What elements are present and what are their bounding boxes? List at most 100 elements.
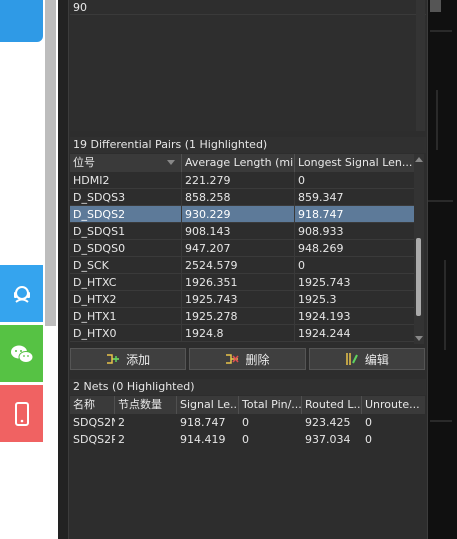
table-cell: 221.279 [182,172,295,188]
wechat-button[interactable] [0,325,43,382]
col-signal-length[interactable]: Signal Le... [177,396,239,414]
table-cell: 0 [365,416,372,429]
left-scrollbar[interactable] [45,0,56,326]
col-node-count[interactable]: 节点数量 [115,396,177,414]
left-sidebar [0,0,58,539]
pairs-button-bar: 添加 删除 编辑 [70,348,425,370]
blue-tab[interactable] [0,0,43,42]
nets-section-title: 2 Nets (0 Highlighted) [70,379,426,395]
table-cell: 908.933 [298,225,344,238]
table-cell: 0 [242,433,249,446]
support-button[interactable] [0,265,43,322]
table-cell: 2 [118,433,125,446]
edit-button[interactable]: 编辑 [308,348,425,370]
table-cell: 937.034 [305,433,351,446]
scroll-up-icon[interactable] [415,157,423,162]
table-cell: D_HTX2 [70,291,182,307]
nets-table-body: SDQS2N 2 918.747 0 923.425 0 SDQS2P 2 914.419 0 93… [70,414,425,448]
edit-pair-icon [346,353,358,365]
table-cell: 914.419 [180,433,226,446]
pcb-background [426,0,457,539]
table-cell: 947.207 [182,240,295,256]
table-row[interactable]: D_SDQS1 908.143 908.933 [70,223,414,240]
table-cell: SDQS2N [73,416,115,429]
table-cell: 918.747 [180,416,226,429]
table-row[interactable]: D_HTX2 1925.743 1925.3 [70,291,414,308]
col-designator[interactable]: 位号 [70,154,182,172]
pairs-table-header: 位号 Average Length (mil) Longest Signal L… [70,154,414,172]
table-cell: D_SDQS2 [70,206,182,222]
table-cell: SDQS2P [73,433,115,446]
table-cell: HDMI2 [70,172,182,188]
col-average-length[interactable]: Average Length (mil) [182,154,295,172]
scroll-down-icon[interactable] [415,336,423,341]
divider-strip [58,0,68,539]
table-cell: 2524.579 [182,257,295,273]
col-routed-length[interactable]: Routed L... [302,396,362,414]
top-list-divider [70,14,426,15]
top-list-value: 90 [73,1,87,14]
table-row[interactable]: SDQS2P 2 914.419 0 937.034 0 [70,431,425,448]
table-cell: 0 [298,174,305,187]
table-cell: D_HTX1 [70,308,182,324]
delete-button-label: 删除 [245,352,270,367]
table-row[interactable]: D_SDQS2 930.229 918.747 [70,206,414,223]
table-cell: 1925.278 [182,308,295,324]
col-name[interactable]: 名称 [70,396,115,414]
table-row[interactable]: SDQS2N 2 918.747 0 923.425 0 [70,414,425,431]
table-cell: 858.258 [182,189,295,205]
table-row[interactable]: D_SDQS3 858.258 859.347 [70,189,414,206]
add-button-label: 添加 [126,352,151,367]
table-cell: 930.229 [182,206,295,222]
col-total-pin[interactable]: Total Pin/... [239,396,302,414]
table-cell: D_SDQS1 [70,223,182,239]
table-row[interactable]: HDMI2 221.279 0 [70,172,414,189]
phone-icon [14,401,29,426]
pairs-section-title: 19 Differential Pairs (1 Highlighted) [70,137,426,153]
add-button[interactable]: 添加 [70,348,187,370]
table-cell: 923.425 [305,416,351,429]
table-cell: 1926.351 [182,274,295,290]
top-list-scrollbar[interactable] [416,0,425,131]
table-row[interactable]: D_HTX1 1925.278 1924.193 [70,308,414,325]
table-cell: 1924.193 [298,310,351,323]
table-cell: 948.269 [298,242,344,255]
table-cell: D_HTX0 [70,325,182,341]
col-unrouted[interactable]: Unroute... [362,396,425,414]
delete-pair-icon [226,354,240,364]
table-cell: 1925.743 [298,276,351,289]
edit-button-label: 编辑 [364,352,389,367]
scroll-thumb[interactable] [416,238,421,316]
pairs-scrollbar[interactable] [414,154,424,344]
table-cell: 0 [242,416,249,429]
table-cell: 908.143 [182,223,295,239]
table-cell: 859.347 [298,191,344,204]
table-cell: 1924.244 [298,327,351,340]
wechat-icon [10,345,33,363]
table-row[interactable]: D_HTX0 1924.8 1924.244 [70,325,414,342]
table-row[interactable]: D_HTXC 1926.351 1925.743 [70,274,414,291]
table-cell: D_HTXC [70,274,182,290]
table-cell: 1925.743 [182,291,295,307]
table-row[interactable]: D_SCK 2524.579 0 [70,257,414,274]
table-row[interactable]: D_SDQS0 947.207 948.269 [70,240,414,257]
sort-arrow-icon [167,160,175,165]
col-longest-signal[interactable]: Longest Signal Len... [295,154,414,172]
add-pair-icon [107,354,120,364]
top-list [70,0,426,131]
support-icon [13,285,30,303]
right-scroll-thumb[interactable] [430,0,441,12]
table-cell: 1925.3 [298,293,337,306]
delete-button[interactable]: 删除 [189,348,306,370]
table-cell: 2 [118,416,125,429]
table-cell: D_SDQS0 [70,240,182,256]
table-cell: 0 [298,259,305,272]
pairs-table-body: HDMI2 221.279 0 D_SDQS3 858.258 859.347 D_SDQS… [70,172,414,342]
table-cell: 0 [365,433,372,446]
table-cell: 1924.8 [182,325,295,341]
nets-table-header: 名称 节点数量 Signal Le... Total Pin/... Route… [70,396,425,414]
phone-button[interactable] [0,385,43,442]
table-cell: D_SDQS3 [70,189,182,205]
table-cell: D_SCK [70,257,182,273]
table-cell: 918.747 [298,208,344,221]
